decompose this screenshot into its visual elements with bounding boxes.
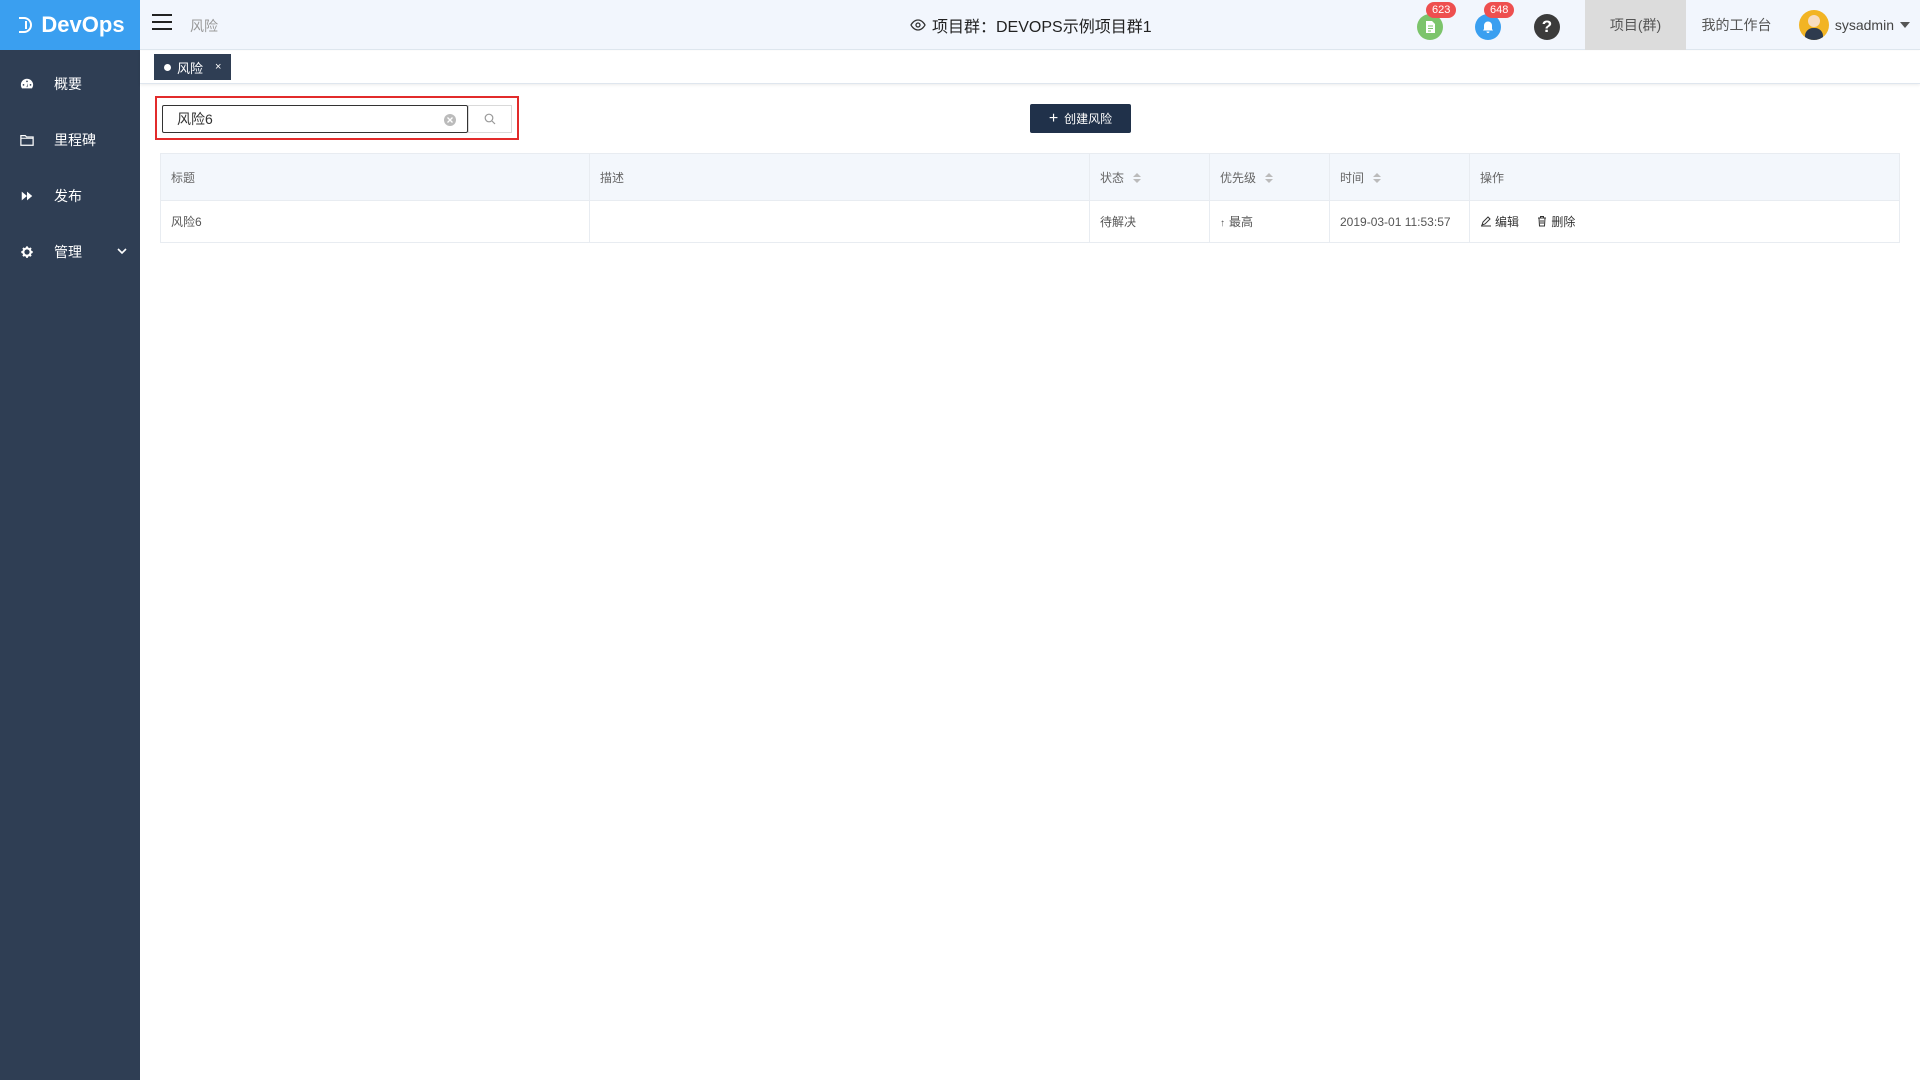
clear-icon[interactable] <box>443 113 457 127</box>
cell-title[interactable]: 风险6 <box>160 200 590 243</box>
forward-icon <box>20 189 34 203</box>
column-time[interactable]: 时间 <box>1329 153 1470 201</box>
sidebar-item-label: 发布 <box>54 188 82 204</box>
gear-icon <box>20 245 34 259</box>
column-status[interactable]: 状态 <box>1089 153 1210 201</box>
notification-count-badge: 648 <box>1484 2 1515 18</box>
sidebar-item-milestone[interactable]: 里程碑 <box>0 112 140 168</box>
search-input[interactable] <box>162 105 468 133</box>
sidebar-item-manage[interactable]: 管理 <box>0 224 140 280</box>
project-title-text: 项目群：DEVOPS示例项目群1 <box>932 19 1152 36</box>
app-logo-text: DevOps <box>41 12 125 37</box>
document-icon <box>1426 21 1435 33</box>
username: sysadmin <box>1834 17 1894 33</box>
menu-toggle-icon[interactable] <box>152 14 172 32</box>
caret-down-icon <box>1900 22 1910 28</box>
sidebar-item-overview[interactable]: 概要 <box>0 56 140 112</box>
tab-risk-label: 风险 <box>177 60 204 76</box>
column-description: 描述 <box>589 153 1090 201</box>
create-risk-label: 创建风险 <box>1064 112 1113 126</box>
cell-description <box>589 200 1090 243</box>
search-button[interactable] <box>468 105 512 133</box>
devops-logo-icon <box>19 17 33 33</box>
edit-button[interactable]: 编辑 <box>1480 213 1519 230</box>
column-actions: 操作 <box>1469 153 1900 201</box>
page-tabstrip: 风险 × <box>140 51 1920 84</box>
cell-time: 2019-03-01 11:53:57 <box>1329 200 1470 243</box>
cell-priority: ↑ 最高 <box>1209 200 1330 243</box>
search-icon <box>484 113 496 125</box>
edit-icon <box>1481 216 1491 227</box>
breadcrumb: 风险 <box>190 18 218 34</box>
sidebar-item-label: 管理 <box>54 244 82 260</box>
search-highlight-box <box>155 96 519 140</box>
trash-icon <box>1538 216 1547 227</box>
tab-project-group[interactable]: 项目(群) <box>1585 0 1686 50</box>
active-dot-icon <box>164 63 171 71</box>
arrow-up-icon: ↑ <box>1220 218 1225 229</box>
tab-my-workbench[interactable]: 我的工作台 <box>1686 0 1787 50</box>
dashboard-icon <box>20 77 34 91</box>
folder-icon <box>20 133 34 147</box>
project-title[interactable]: 项目群：DEVOPS示例项目群1 <box>910 13 1152 37</box>
column-title: 标题 <box>160 153 590 201</box>
cell-actions: 编辑 删除 <box>1469 200 1900 243</box>
risk-table: 标题 描述 状态 优先级 时间 操作 风险6 待解决 ↑ 最高 2019-03-… <box>160 153 1900 243</box>
sidebar-item-label: 里程碑 <box>54 132 96 148</box>
bell-icon <box>1483 21 1493 33</box>
help-button[interactable]: ? <box>1534 14 1560 40</box>
chevron-down-icon <box>116 244 128 256</box>
user-menu[interactable]: sysadmin <box>1798 10 1910 40</box>
question-icon: ? <box>1541 17 1553 36</box>
table-header-row: 标题 描述 状态 优先级 时间 操作 <box>160 153 1900 201</box>
sidebar-item-label: 概要 <box>54 76 82 92</box>
sidebar: DevOps 概要 里程碑 发布 管理 <box>0 0 140 1080</box>
sidebar-nav: 概要 里程碑 发布 管理 <box>0 50 140 280</box>
avatar <box>1798 10 1829 40</box>
sort-icon[interactable] <box>1133 173 1142 184</box>
table-row[interactable]: 风险6 待解决 ↑ 最高 2019-03-01 11:53:57 编辑 删除 <box>160 200 1900 243</box>
column-priority[interactable]: 优先级 <box>1209 153 1330 201</box>
bell-notification-button[interactable]: 648 <box>1475 2 1515 40</box>
sort-icon[interactable] <box>1265 173 1274 184</box>
tab-risk[interactable]: 风险 × <box>154 54 232 80</box>
app-logo[interactable]: DevOps <box>0 0 140 50</box>
sidebar-item-release[interactable]: 发布 <box>0 168 140 224</box>
eye-icon <box>910 19 926 31</box>
delete-button[interactable]: 删除 <box>1536 213 1575 230</box>
docs-count-badge: 623 <box>1426 2 1457 18</box>
create-risk-button[interactable]: + 创建风险 <box>1030 104 1131 133</box>
top-header: 风险 项目群：DEVOPS示例项目群1 623 648 ? 项目(群) 我的工作… <box>140 0 1920 50</box>
docs-notification-button[interactable]: 623 <box>1417 2 1457 40</box>
cell-status: 待解决 <box>1089 200 1210 243</box>
sort-icon[interactable] <box>1373 173 1382 184</box>
close-icon[interactable]: × <box>215 61 221 73</box>
plus-icon: + <box>1048 109 1059 127</box>
